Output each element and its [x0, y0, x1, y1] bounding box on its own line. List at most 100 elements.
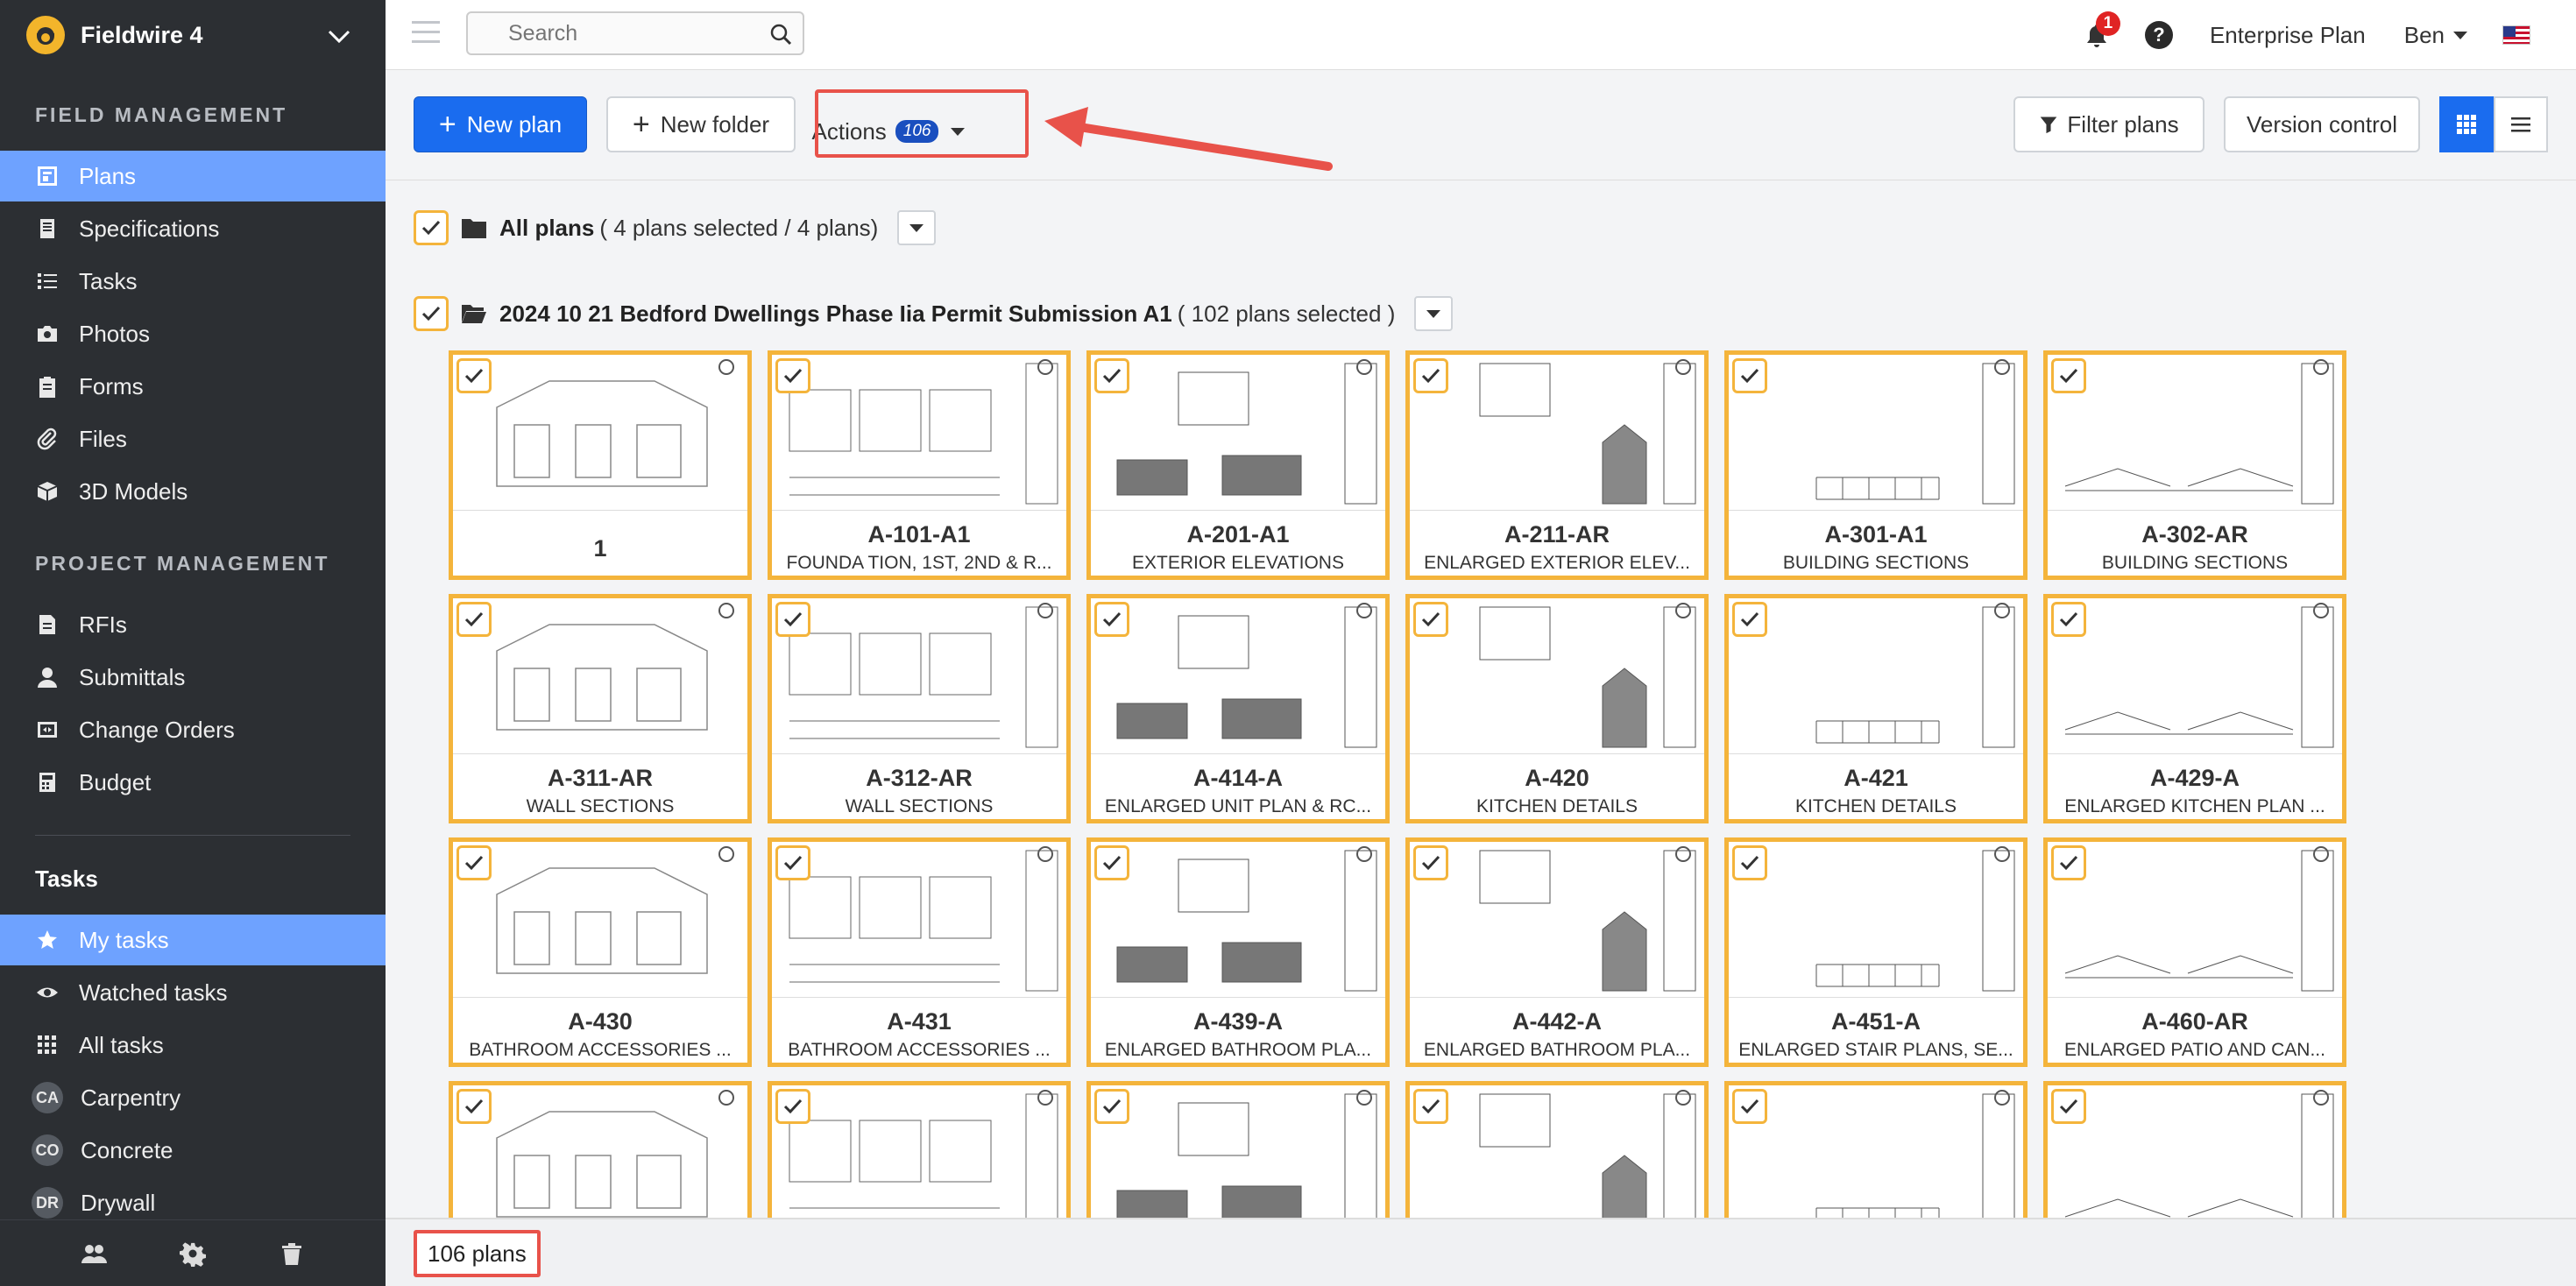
enterprise-plan-link[interactable]: Enterprise Plan [2210, 22, 2366, 49]
plan-thumbnail[interactable] [772, 598, 1066, 754]
plan-thumbnail[interactable] [2048, 842, 2342, 998]
plan-thumbnail[interactable] [2048, 1085, 2342, 1218]
plan-card[interactable] [1724, 1081, 2028, 1218]
plan-checkbox[interactable] [1094, 1089, 1129, 1124]
plan-card[interactable] [768, 1081, 1071, 1218]
plan-thumbnail[interactable] [1729, 842, 2023, 998]
plan-thumbnail[interactable] [1410, 598, 1704, 754]
plan-checkbox[interactable] [1732, 1089, 1767, 1124]
plan-card[interactable]: A-101-A1 FOUNDA TION, 1ST, 2ND & R... [768, 350, 1071, 580]
search-icon[interactable] [769, 23, 792, 46]
plan-card[interactable] [449, 1081, 752, 1218]
plan-checkbox[interactable] [775, 602, 810, 637]
trash-icon[interactable] [279, 1240, 305, 1267]
plan-card[interactable] [1405, 1081, 1709, 1218]
plan-checkbox[interactable] [456, 358, 492, 393]
sidebar-item-files[interactable]: Files [0, 413, 386, 464]
sidebar-item-photos[interactable]: Photos [0, 308, 386, 359]
plan-thumbnail[interactable] [453, 355, 747, 511]
plan-card[interactable]: A-442-A ENLARGED BATHROOM PLA... [1405, 837, 1709, 1067]
plan-thumbnail[interactable] [2048, 598, 2342, 754]
plan-checkbox[interactable] [2051, 358, 2086, 393]
sidebar-item-concrete[interactable]: CO Concrete [0, 1125, 386, 1176]
plan-thumbnail[interactable] [1091, 598, 1385, 754]
plan-checkbox[interactable] [1732, 358, 1767, 393]
plan-checkbox[interactable] [1413, 845, 1448, 880]
plan-thumbnail[interactable] [772, 355, 1066, 511]
plan-checkbox[interactable] [2051, 1089, 2086, 1124]
plan-thumbnail[interactable] [772, 842, 1066, 998]
plan-card[interactable]: A-430 BATHROOM ACCESSORIES ... [449, 837, 752, 1067]
search-field[interactable] [466, 11, 804, 55]
filter-plans-button[interactable]: Filter plans [2013, 96, 2204, 152]
plan-checkbox[interactable] [1094, 845, 1129, 880]
plan-thumbnail[interactable] [1729, 355, 2023, 511]
sidebar-item-budget[interactable]: Budget [0, 757, 386, 808]
plan-card[interactable] [1086, 1081, 1390, 1218]
plan-checkbox[interactable] [2051, 602, 2086, 637]
plan-checkbox[interactable] [1413, 358, 1448, 393]
plan-checkbox[interactable] [456, 602, 492, 637]
us-flag-icon[interactable] [2502, 25, 2530, 45]
plan-thumbnail[interactable] [453, 598, 747, 754]
new-folder-button[interactable]: + New folder [606, 96, 796, 152]
project-switcher[interactable]: Fieldwire 4 [0, 0, 386, 70]
plan-card[interactable] [2043, 1081, 2346, 1218]
plan-card[interactable]: A-431 BATHROOM ACCESSORIES ... [768, 837, 1071, 1067]
all-plans-dropdown-button[interactable] [897, 210, 937, 245]
plan-checkbox[interactable] [1094, 602, 1129, 637]
sidebar-item-3d-models[interactable]: 3D Models [0, 466, 386, 517]
plan-card[interactable]: A-302-AR BUILDING SECTIONS [2043, 350, 2346, 580]
sidebar-item-specifications[interactable]: Specifications [0, 203, 386, 254]
sidebar-item-carpentry[interactable]: CA Carpentry [0, 1072, 386, 1123]
plan-checkbox[interactable] [775, 358, 810, 393]
plan-checkbox[interactable] [775, 845, 810, 880]
plan-thumbnail[interactable] [1729, 1085, 2023, 1218]
plan-card[interactable]: A-211-AR ENLARGED EXTERIOR ELEV... [1405, 350, 1709, 580]
plan-thumbnail[interactable] [1410, 842, 1704, 998]
chevron-down-icon[interactable] [326, 23, 352, 49]
notifications-button[interactable]: 1 [2084, 11, 2120, 50]
plan-checkbox[interactable] [1732, 845, 1767, 880]
plan-thumbnail[interactable] [772, 1085, 1066, 1218]
plan-thumbnail[interactable] [453, 1085, 747, 1218]
plan-card[interactable]: A-460-AR ENLARGED PATIO AND CAN... [2043, 837, 2346, 1067]
gear-icon[interactable] [179, 1240, 206, 1267]
sidebar-item-submittals[interactable]: Submittals [0, 652, 386, 703]
folder-checkbox[interactable] [414, 296, 449, 331]
new-plan-button[interactable]: + New plan [414, 96, 587, 152]
plan-card[interactable]: A-429-A ENLARGED KITCHEN PLAN ... [2043, 594, 2346, 823]
plan-thumbnail[interactable] [2048, 355, 2342, 511]
user-menu[interactable]: Ben [2404, 22, 2467, 49]
search-input[interactable] [468, 13, 748, 53]
plan-card[interactable]: A-301-A1 BUILDING SECTIONS [1724, 350, 2028, 580]
plan-card[interactable]: A-312-AR WALL SECTIONS [768, 594, 1071, 823]
plan-card[interactable]: A-421 KITCHEN DETAILS [1724, 594, 2028, 823]
help-icon[interactable]: ? [2144, 21, 2173, 49]
plan-card[interactable]: A-451-A ENLARGED STAIR PLANS, SE... [1724, 837, 2028, 1067]
plan-thumbnail[interactable] [1091, 1085, 1385, 1218]
plan-card[interactable]: A-420 KITCHEN DETAILS [1405, 594, 1709, 823]
sidebar-item-tasks[interactable]: Tasks [0, 256, 386, 307]
people-icon[interactable] [81, 1240, 107, 1267]
sidebar-item-watched-tasks[interactable]: Watched tasks [0, 967, 386, 1018]
plan-thumbnail[interactable] [453, 842, 747, 998]
sidebar-item-change-orders[interactable]: Change Orders [0, 704, 386, 755]
plan-checkbox[interactable] [775, 1089, 810, 1124]
sidebar-item-all-tasks[interactable]: All tasks [0, 1020, 386, 1070]
plan-thumbnail[interactable] [1091, 842, 1385, 998]
sidebar-item-plans[interactable]: Plans [0, 151, 386, 201]
plan-checkbox[interactable] [1732, 602, 1767, 637]
sidebar-item-my-tasks[interactable]: My tasks [0, 915, 386, 965]
plan-checkbox[interactable] [1094, 358, 1129, 393]
version-control-button[interactable]: Version control [2224, 96, 2420, 152]
plan-checkbox[interactable] [1413, 602, 1448, 637]
plan-card[interactable]: A-414-A ENLARGED UNIT PLAN & RC... [1086, 594, 1390, 823]
plan-checkbox[interactable] [456, 1089, 492, 1124]
plan-card[interactable]: A-201-A1 EXTERIOR ELEVATIONS [1086, 350, 1390, 580]
sidebar-item-forms[interactable]: Forms [0, 361, 386, 412]
sidebar-item-rfis[interactable]: RFIs [0, 599, 386, 650]
plan-card[interactable]: A-311-AR WALL SECTIONS [449, 594, 752, 823]
plan-checkbox[interactable] [2051, 845, 2086, 880]
list-view-button[interactable] [2494, 96, 2548, 152]
